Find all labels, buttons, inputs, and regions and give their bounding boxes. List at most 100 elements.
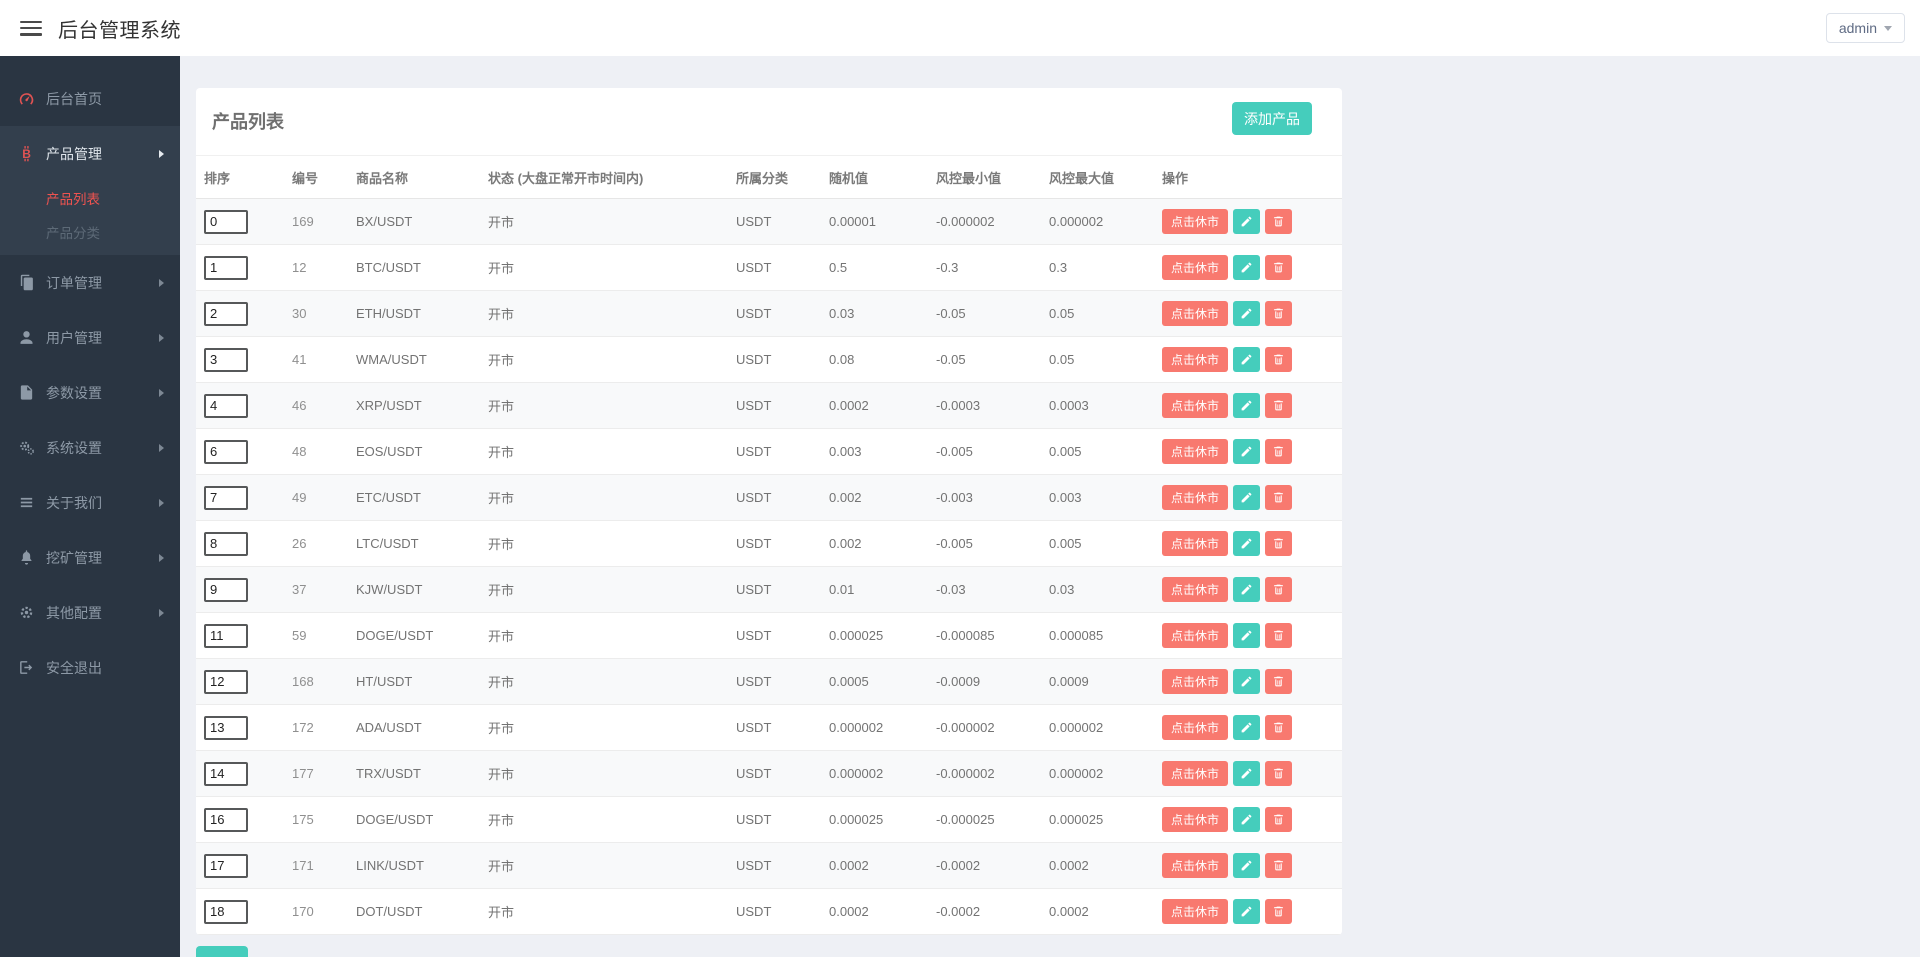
product-status: 开市 <box>480 244 728 291</box>
sort-input[interactable] <box>204 807 248 832</box>
edit-button[interactable] <box>1233 255 1261 280</box>
close-market-button[interactable]: 点击休市 <box>1162 393 1229 418</box>
delete-button[interactable] <box>1265 853 1293 878</box>
sort-input[interactable] <box>204 439 248 464</box>
edit-button[interactable] <box>1233 347 1261 372</box>
random-value: 0.03 <box>821 290 928 337</box>
delete-button[interactable] <box>1265 255 1293 280</box>
product-table: 排序 编号 商品名称 状态 (大盘正常开市时间内) 所属分类 随机值 风控最小值… <box>196 155 1342 935</box>
sidebar-item-users[interactable]: 用户管理 <box>0 310 180 365</box>
sort-input[interactable] <box>204 577 248 602</box>
close-market-button[interactable]: 点击休市 <box>1162 577 1229 602</box>
close-market-button[interactable]: 点击休市 <box>1162 761 1229 786</box>
close-market-button[interactable]: 点击休市 <box>1162 209 1229 234</box>
delete-button[interactable] <box>1265 669 1293 694</box>
random-value: 0.000002 <box>821 750 928 797</box>
sort-input[interactable] <box>204 899 248 924</box>
edit-button[interactable] <box>1233 669 1261 694</box>
sort-input[interactable] <box>204 669 248 694</box>
sort-input[interactable] <box>204 853 248 878</box>
edit-button[interactable] <box>1233 807 1261 832</box>
sort-input[interactable] <box>204 347 248 372</box>
col-header-sort: 排序 <box>196 155 284 199</box>
edit-button[interactable] <box>1233 623 1261 648</box>
edit-button[interactable] <box>1233 577 1261 602</box>
close-market-button[interactable]: 点击休市 <box>1162 899 1229 924</box>
col-header-risk-max: 风控最大值 <box>1041 155 1154 199</box>
delete-button[interactable] <box>1265 623 1293 648</box>
delete-button[interactable] <box>1265 577 1293 602</box>
sidebar-item-orders[interactable]: 订单管理 <box>0 255 180 310</box>
sidebar-item-home[interactable]: 后台首页 <box>0 71 180 126</box>
close-market-button[interactable]: 点击休市 <box>1162 669 1229 694</box>
trash-icon <box>1274 538 1283 549</box>
sidebar-item-other[interactable]: 其他配置 <box>0 585 180 640</box>
trash-icon <box>1274 354 1283 365</box>
sidebar-group-products: B 产品管理 产品列表 产品分类 <box>0 126 180 255</box>
sidebar-item-about[interactable]: 关于我们 <box>0 475 180 530</box>
delete-button[interactable] <box>1265 715 1293 740</box>
random-value: 0.000025 <box>821 796 928 843</box>
close-market-button[interactable]: 点击休市 <box>1162 623 1229 648</box>
edit-button[interactable] <box>1233 761 1261 786</box>
sort-input[interactable] <box>204 623 248 648</box>
edit-button[interactable] <box>1233 899 1261 924</box>
edit-button[interactable] <box>1233 531 1261 556</box>
sidebar-item-system[interactable]: 系统设置 <box>0 420 180 475</box>
sidebar-item-logout[interactable]: 安全退出 <box>0 640 180 695</box>
risk-max-value: 0.000002 <box>1041 198 1154 245</box>
edit-button[interactable] <box>1233 715 1261 740</box>
table-row: 12 BTC/USDT 开市 USDT 0.5 -0.3 0.3 点击休市 <box>196 244 1342 291</box>
delete-button[interactable] <box>1265 393 1293 418</box>
delete-button[interactable] <box>1265 301 1293 326</box>
sort-input[interactable] <box>204 301 248 326</box>
close-market-button[interactable]: 点击休市 <box>1162 807 1229 832</box>
delete-button[interactable] <box>1265 761 1293 786</box>
sort-input[interactable] <box>204 531 248 556</box>
add-product-button[interactable]: 添加产品 <box>1232 102 1312 135</box>
delete-button[interactable] <box>1265 531 1293 556</box>
product-status: 开市 <box>480 198 728 245</box>
close-market-button[interactable]: 点击休市 <box>1162 715 1229 740</box>
sort-input[interactable] <box>204 393 248 418</box>
close-market-button[interactable]: 点击休市 <box>1162 485 1229 510</box>
sort-input[interactable] <box>204 209 248 234</box>
user-dropdown[interactable]: admin <box>1825 13 1905 43</box>
edit-button[interactable] <box>1233 393 1261 418</box>
delete-button[interactable] <box>1265 899 1293 924</box>
risk-max-value: 0.3 <box>1041 244 1154 291</box>
close-market-button[interactable]: 点击休市 <box>1162 347 1229 372</box>
sidebar-item-mining[interactable]: 挖矿管理 <box>0 530 180 585</box>
sort-input[interactable] <box>204 761 248 786</box>
menu-toggle-icon[interactable] <box>20 20 42 36</box>
risk-min-value: -0.000025 <box>928 796 1041 843</box>
sidebar-item-products[interactable]: B 产品管理 <box>0 126 180 181</box>
sidebar-item-product-category[interactable]: 产品分类 <box>0 215 180 249</box>
delete-button[interactable] <box>1265 439 1293 464</box>
sort-input[interactable] <box>204 715 248 740</box>
close-market-button[interactable]: 点击休市 <box>1162 255 1229 280</box>
delete-button[interactable] <box>1265 807 1293 832</box>
delete-button[interactable] <box>1265 347 1293 372</box>
sort-input[interactable] <box>204 255 248 280</box>
product-category: USDT <box>728 520 821 567</box>
close-market-button[interactable]: 点击休市 <box>1162 853 1229 878</box>
edit-button[interactable] <box>1233 485 1261 510</box>
close-market-button[interactable]: 点击休市 <box>1162 439 1229 464</box>
delete-button[interactable] <box>1265 209 1293 234</box>
random-value: 0.000002 <box>821 704 928 751</box>
edit-button[interactable] <box>1233 439 1261 464</box>
product-category: USDT <box>728 290 821 337</box>
close-market-button[interactable]: 点击休市 <box>1162 531 1229 556</box>
sidebar-item-params[interactable]: 参数设置 <box>0 365 180 420</box>
product-id: 37 <box>284 566 348 613</box>
edit-button[interactable] <box>1233 853 1261 878</box>
edit-button[interactable] <box>1233 301 1261 326</box>
sidebar-item-product-list[interactable]: 产品列表 <box>0 181 180 215</box>
delete-button[interactable] <box>1265 485 1293 510</box>
close-market-button[interactable]: 点击休市 <box>1162 301 1229 326</box>
bottom-cutoff-button[interactable] <box>196 946 248 957</box>
edit-button[interactable] <box>1233 209 1261 234</box>
sort-input[interactable] <box>204 485 248 510</box>
risk-min-value: -0.000085 <box>928 612 1041 659</box>
